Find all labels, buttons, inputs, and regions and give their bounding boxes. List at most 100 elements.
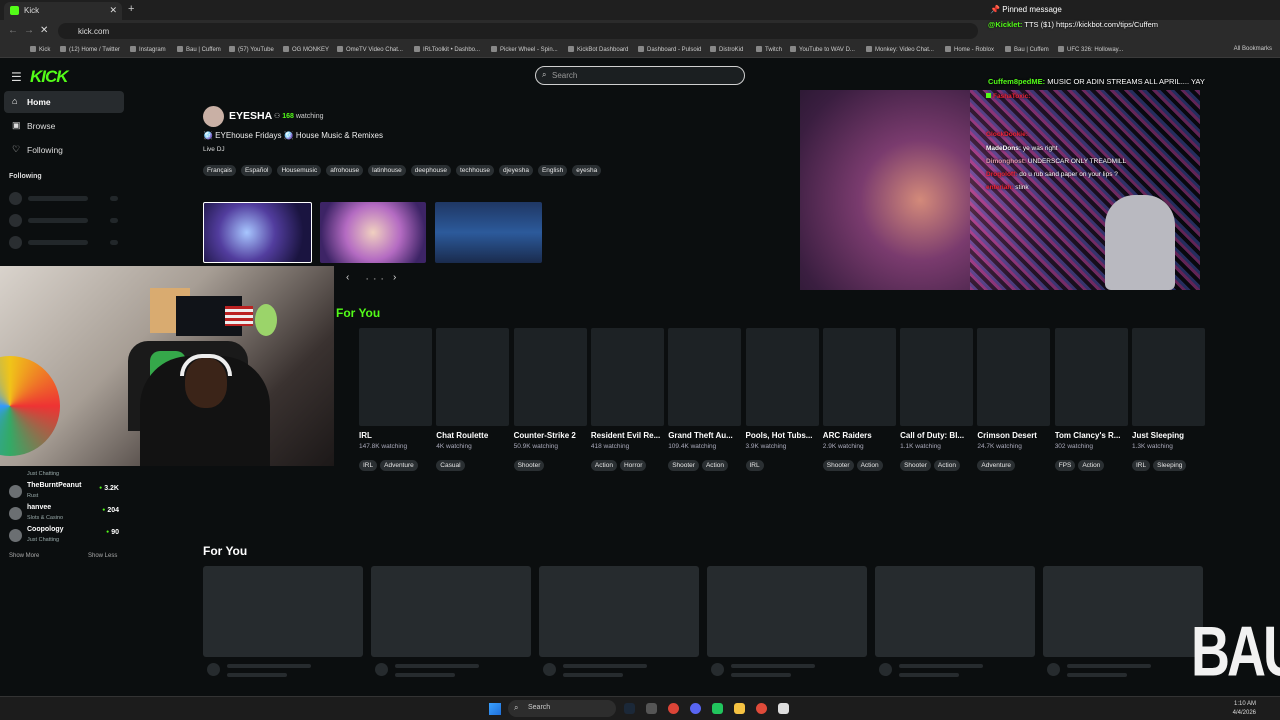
stream-category[interactable]: Live DJ xyxy=(203,146,225,153)
category-card[interactable]: Counter-Strike 2 50.9K watching Shooter xyxy=(513,328,587,472)
stream-card-skeleton[interactable] xyxy=(875,566,1035,677)
tag-pill[interactable]: deephouse xyxy=(410,165,451,176)
sidebar-item-home[interactable]: ⌂ Home xyxy=(4,91,124,113)
tag-pill[interactable]: afrohouse xyxy=(326,165,364,176)
streamer-name[interactable]: EYESHA xyxy=(229,110,272,122)
tag-pill[interactable]: Action xyxy=(701,460,729,471)
bookmark-item[interactable]: Twitch xyxy=(756,46,782,53)
taskbar-search[interactable]: ⌕ Search xyxy=(508,700,616,717)
steam-icon[interactable] xyxy=(624,703,635,714)
stream-card-skeleton[interactable] xyxy=(203,566,363,677)
tag-pill[interactable]: Shooter xyxy=(668,460,699,471)
channel-name: hanvee xyxy=(27,504,52,511)
reload-icon[interactable]: ✕ xyxy=(40,25,48,36)
url-field[interactable]: kick.com xyxy=(58,23,978,39)
category-card[interactable]: Chat Roulette 4K watching Casual xyxy=(436,328,510,472)
carousel-thumbnail[interactable] xyxy=(203,202,312,263)
bookmark-item[interactable]: DistroKid xyxy=(710,46,743,53)
menu-icon[interactable]: ☰ xyxy=(11,70,22,84)
bookmark-item[interactable]: YouTube to WAV D... xyxy=(790,46,855,53)
bookmark-item[interactable]: IRLToolkit • Dashbo... xyxy=(414,46,480,53)
bookmark-item[interactable]: Picker Wheel - Spin... xyxy=(491,46,558,53)
tag-pill[interactable]: Español xyxy=(240,165,273,176)
show-less-button[interactable]: Show Less xyxy=(88,553,117,559)
followed-channel[interactable]: hanvee Slots & Casino 204 xyxy=(9,503,121,525)
tag-pill[interactable]: Action xyxy=(590,460,617,471)
tag-pill[interactable]: Casual xyxy=(436,460,465,471)
stream-card-skeleton[interactable] xyxy=(371,566,531,677)
forward-icon[interactable]: → xyxy=(24,25,34,36)
category-card[interactable]: ARC Raiders 2.9K watching Shooter Action xyxy=(822,328,896,472)
category-card[interactable]: Call of Duty: Bl... 1.1K watching Shooter A… xyxy=(900,328,974,472)
stream-card-skeleton[interactable] xyxy=(1043,566,1203,677)
app-icon[interactable] xyxy=(778,703,789,714)
stream-card-skeleton[interactable] xyxy=(707,566,867,677)
app-icon[interactable] xyxy=(712,703,723,714)
tag-pill[interactable]: Horror xyxy=(619,460,647,471)
tag-pill[interactable]: Action xyxy=(1078,460,1105,471)
new-tab-icon[interactable]: + xyxy=(128,3,134,15)
tag-pill[interactable]: Adventure xyxy=(380,460,418,471)
tag-pill[interactable]: Action xyxy=(856,460,883,471)
category-card[interactable]: Just Sleeping 1.3K watching IRL Sleeping xyxy=(1132,328,1205,472)
chrome-icon[interactable] xyxy=(756,703,767,714)
bookmark-item[interactable]: (12) Home / Twitter xyxy=(60,46,120,53)
bookmark-item[interactable]: Kick xyxy=(30,46,50,53)
show-more-button[interactable]: Show More xyxy=(9,553,39,559)
bookmark-item[interactable]: Monkey: Video Chat... xyxy=(866,46,934,53)
chevron-right-icon[interactable]: › xyxy=(393,272,396,283)
tag-pill[interactable]: FPS xyxy=(1054,460,1076,471)
tag-pill[interactable]: Adventure xyxy=(977,460,1016,471)
tag-pill[interactable]: IRL xyxy=(359,460,378,471)
tag-pill[interactable]: Housemusic xyxy=(277,165,322,176)
chat-user: GlockDookie: xyxy=(986,131,1028,138)
back-icon[interactable]: ← xyxy=(8,25,18,36)
windows-start-icon[interactable] xyxy=(489,703,501,715)
chrome-icon[interactable] xyxy=(668,703,679,714)
all-bookmarks[interactable]: All Bookmarks xyxy=(1234,46,1272,52)
close-tab-icon[interactable]: ✕ xyxy=(109,5,117,16)
category-card[interactable]: Pools, Hot Tubs... 3.9K watching IRL xyxy=(745,328,819,472)
category-card[interactable]: Tom Clancy's R... 302 watching FPS Action xyxy=(1054,328,1128,472)
tag-pill[interactable]: Français xyxy=(203,165,236,176)
bookmark-item[interactable]: OmeTV Video Chat... xyxy=(337,46,403,53)
tag-pill[interactable]: Action xyxy=(933,460,960,471)
bookmark-item[interactable]: KickBot Dashboard xyxy=(568,46,628,53)
discord-icon[interactable] xyxy=(690,703,701,714)
tag-pill[interactable]: latinhouse xyxy=(368,165,406,176)
followed-channel[interactable]: Coopology Just Chatting 90 xyxy=(9,525,121,547)
tag-pill[interactable]: Shooter xyxy=(822,460,854,471)
tag-pill[interactable]: djeyesha xyxy=(498,165,533,176)
tag-pill[interactable]: Shooter xyxy=(900,460,931,471)
carousel-thumbnail[interactable] xyxy=(320,202,426,263)
bookmark-item[interactable]: (57) YouTube xyxy=(229,46,274,53)
chevron-left-icon[interactable]: ‹ xyxy=(346,272,349,283)
tag-pill[interactable]: IRL xyxy=(1132,460,1151,471)
folder-icon[interactable] xyxy=(734,703,745,714)
bookmark-item[interactable]: Bau | Cuffem xyxy=(177,46,221,53)
search-input[interactable]: ⌕ Search xyxy=(535,66,745,85)
tag-pill[interactable]: Sleeping xyxy=(1153,460,1187,471)
carousel-thumbnail[interactable] xyxy=(435,202,542,263)
tag-pill[interactable]: English xyxy=(537,165,568,176)
kick-logo[interactable]: KICK xyxy=(30,67,69,87)
followed-channel[interactable]: TheBurntPeanut Rust 3.2K xyxy=(9,481,121,503)
bookmark-item[interactable]: Instagram xyxy=(130,46,166,53)
system-clock[interactable]: 1:10 AM 4/4/2026 xyxy=(1233,700,1256,718)
tag-pill[interactable]: eyesha xyxy=(572,165,602,176)
stream-card-skeleton[interactable] xyxy=(539,566,699,677)
tag-pill[interactable]: Shooter xyxy=(513,460,545,471)
category-card[interactable]: Crimson Desert 24.7K watching Adventure xyxy=(977,328,1051,472)
streamer-avatar[interactable] xyxy=(203,106,224,127)
tag-pill[interactable]: techhouse xyxy=(455,165,494,176)
category-card[interactable]: Resident Evil Re... 418 watching Action Hor… xyxy=(590,328,664,472)
category-card[interactable]: Grand Theft Au... 109.4K watching Shooter A… xyxy=(668,328,742,472)
sidebar-item-following[interactable]: ♡ Following xyxy=(4,139,124,161)
browser-tab[interactable]: Kick ✕ xyxy=(4,2,122,20)
app-icon[interactable] xyxy=(646,703,657,714)
tag-pill[interactable]: IRL xyxy=(745,460,764,471)
bookmark-item[interactable]: OG MONKEY xyxy=(283,46,329,53)
bookmark-item[interactable]: Dashboard - Pulsoid xyxy=(638,46,701,53)
sidebar-item-browse[interactable]: ▣ Browse xyxy=(4,115,124,137)
category-card[interactable]: IRL 147.8K watching IRL Adventure xyxy=(359,328,432,472)
